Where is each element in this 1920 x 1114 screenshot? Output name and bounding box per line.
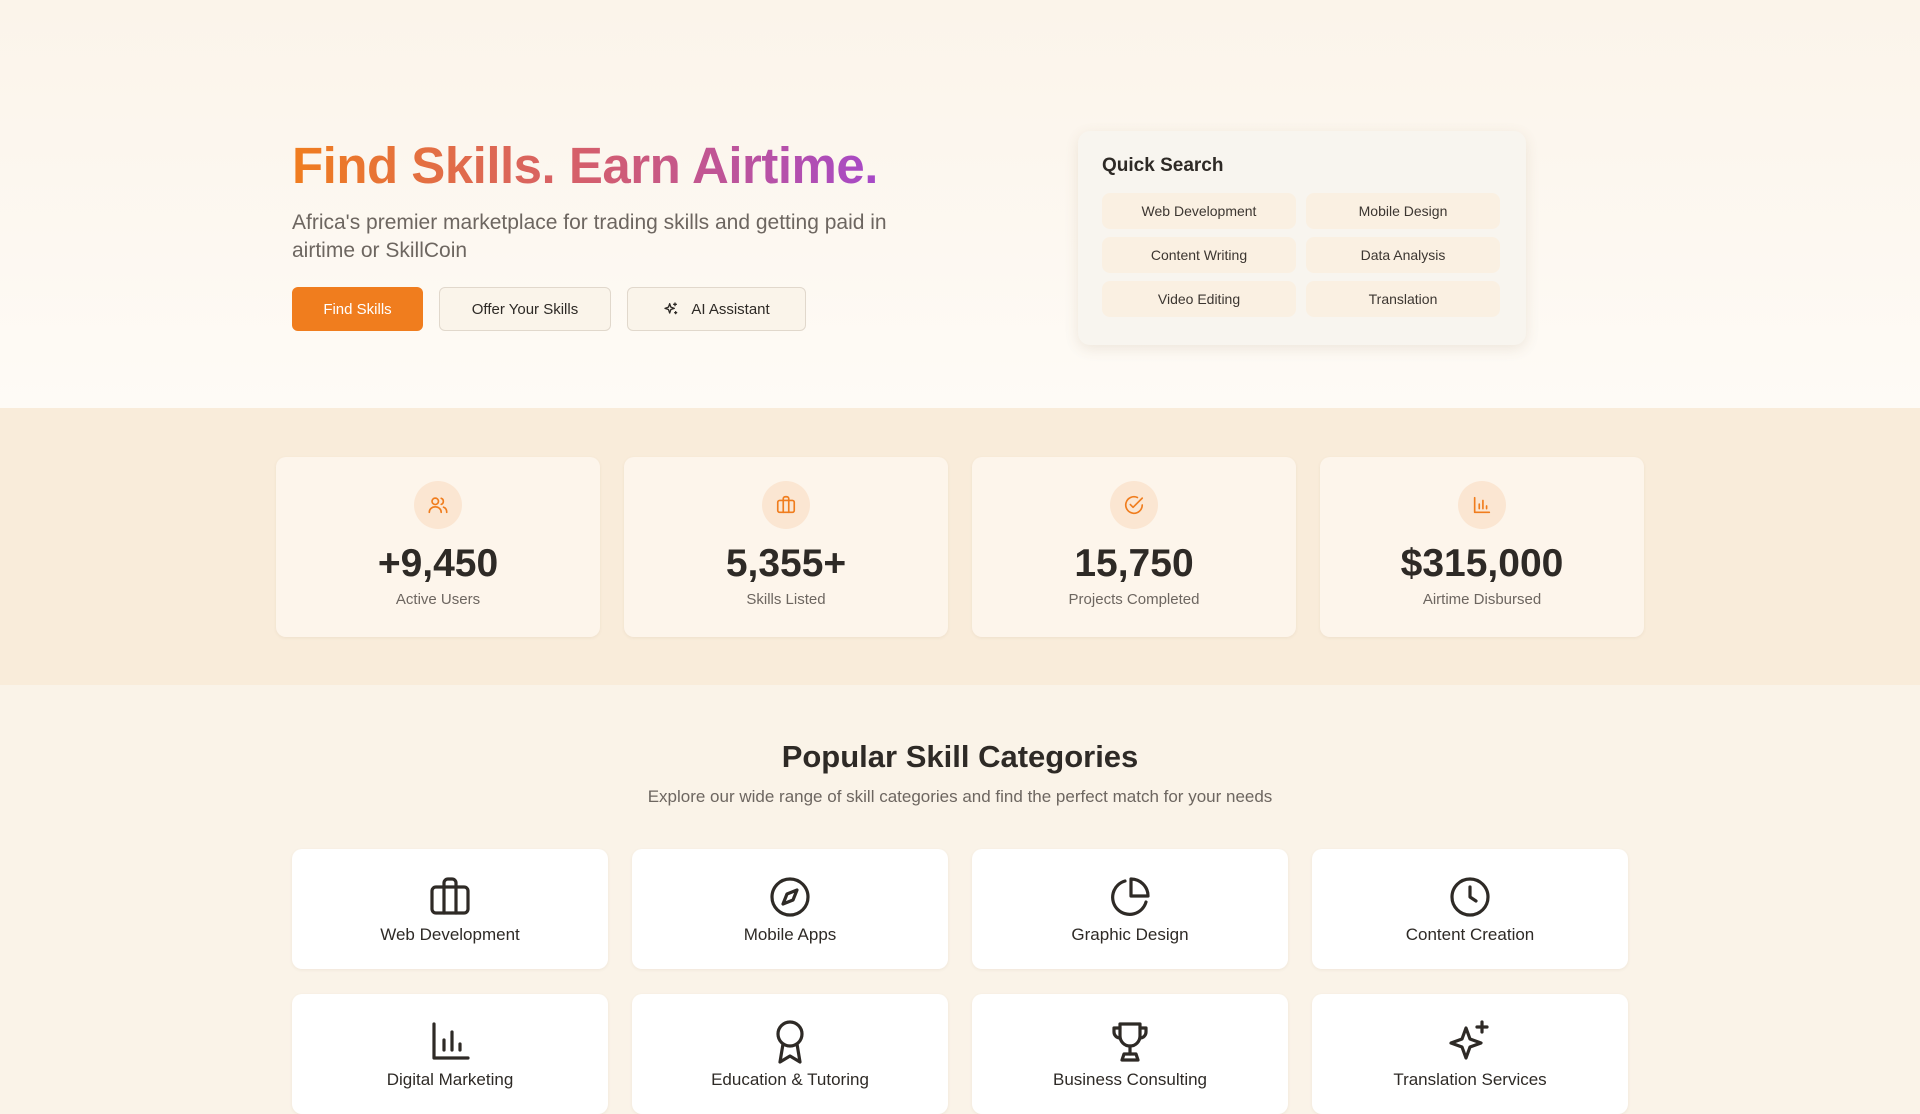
stat-label: Skills Listed	[746, 591, 826, 608]
briefcase-icon	[430, 877, 470, 915]
category-label: Education & Tutoring	[711, 1070, 869, 1089]
find-skills-button[interactable]: Find Skills	[292, 287, 423, 331]
category-card-digital-marketing[interactable]: Digital Marketing	[292, 994, 608, 1114]
quick-search-chip-web-development[interactable]: Web Development	[1102, 193, 1296, 229]
stats-section: +9,450 Active Users 5,355+ Skills Listed…	[0, 408, 1920, 685]
award-icon	[776, 1020, 804, 1064]
hero-content: Find Skills. Earn Airtime. Africa's prem…	[292, 135, 932, 331]
offer-skills-button[interactable]: Offer Your Skills	[439, 287, 611, 331]
category-label: Translation Services	[1393, 1070, 1547, 1089]
category-label: Content Creation	[1405, 925, 1535, 944]
stat-value: 5,355+	[725, 542, 847, 585]
quick-search-chip-video-editing[interactable]: Video Editing	[1102, 281, 1296, 317]
quick-search-title: Quick Search	[1102, 155, 1224, 176]
ai-assistant-button[interactable]: AI Assistant	[627, 287, 806, 331]
trophy-icon	[1112, 1022, 1148, 1062]
stat-value: 15,750	[1074, 542, 1194, 585]
stat-value: $315,000	[1400, 542, 1564, 585]
category-label: Web Development	[380, 925, 520, 944]
pie-chart-icon	[1111, 877, 1150, 916]
category-card-education-tutoring[interactable]: Education & Tutoring	[632, 994, 948, 1114]
quick-search-card: Quick Search Web Development Mobile Desi…	[1078, 131, 1526, 345]
quick-search-chip-data-analysis[interactable]: Data Analysis	[1306, 237, 1500, 273]
category-label: Business Consulting	[1052, 1070, 1208, 1089]
hero-section: Find Skills. Earn Airtime. Africa's prem…	[0, 0, 1920, 408]
quick-search-chip-content-writing[interactable]: Content Writing	[1102, 237, 1296, 273]
quick-search-chip-translation[interactable]: Translation	[1306, 281, 1500, 317]
bar-chart-icon	[1458, 481, 1506, 529]
stat-card-airtime-disbursed: $315,000 Airtime Disbursed	[1320, 457, 1644, 637]
category-label: Graphic Design	[1071, 925, 1189, 944]
categories-subtitle: Explore our wide range of skill categori…	[647, 787, 1273, 806]
ai-assistant-label: AI Assistant	[691, 300, 770, 318]
hero-buttons: Find Skills Offer Your Skills AI Assista…	[292, 287, 932, 331]
stat-card-projects-completed: 15,750 Projects Completed	[972, 457, 1296, 637]
categories-title: Popular Skill Categories	[781, 739, 1139, 774]
hero-title: Find Skills. Earn Airtime.	[292, 135, 932, 197]
category-card-web-development[interactable]: Web Development	[292, 849, 608, 969]
stat-card-active-users: +9,450 Active Users	[276, 457, 600, 637]
clock-icon	[1450, 877, 1490, 917]
categories-section: Popular Skill Categories Explore our wid…	[0, 685, 1920, 1114]
stat-label: Active Users	[395, 591, 481, 608]
category-card-mobile-apps[interactable]: Mobile Apps	[632, 849, 948, 969]
category-card-content-creation[interactable]: Content Creation	[1312, 849, 1628, 969]
briefcase-icon	[762, 481, 810, 529]
stat-value: +9,450	[377, 542, 499, 585]
category-label: Digital Marketing	[386, 1070, 514, 1089]
check-circle-icon	[1110, 481, 1158, 529]
category-card-translation-services[interactable]: Translation Services	[1312, 994, 1628, 1114]
category-label: Mobile Apps	[743, 925, 837, 944]
sparkles-icon	[664, 302, 678, 315]
category-card-graphic-design[interactable]: Graphic Design	[972, 849, 1288, 969]
stat-label: Projects Completed	[1068, 591, 1200, 608]
quick-search-chip-mobile-design[interactable]: Mobile Design	[1306, 193, 1500, 229]
bar-chart-icon	[432, 1022, 470, 1060]
sparkles-icon	[1449, 1020, 1489, 1060]
quick-search-grid: Web Development Mobile Design Content Wr…	[1102, 193, 1502, 317]
compass-icon	[770, 877, 810, 917]
category-card-business-consulting[interactable]: Business Consulting	[972, 994, 1288, 1114]
hero-subtitle: Africa's premier marketplace for trading…	[292, 211, 887, 262]
users-icon	[414, 481, 462, 529]
stat-label: Airtime Disbursed	[1422, 591, 1542, 608]
stat-card-skills-listed: 5,355+ Skills Listed	[624, 457, 948, 637]
